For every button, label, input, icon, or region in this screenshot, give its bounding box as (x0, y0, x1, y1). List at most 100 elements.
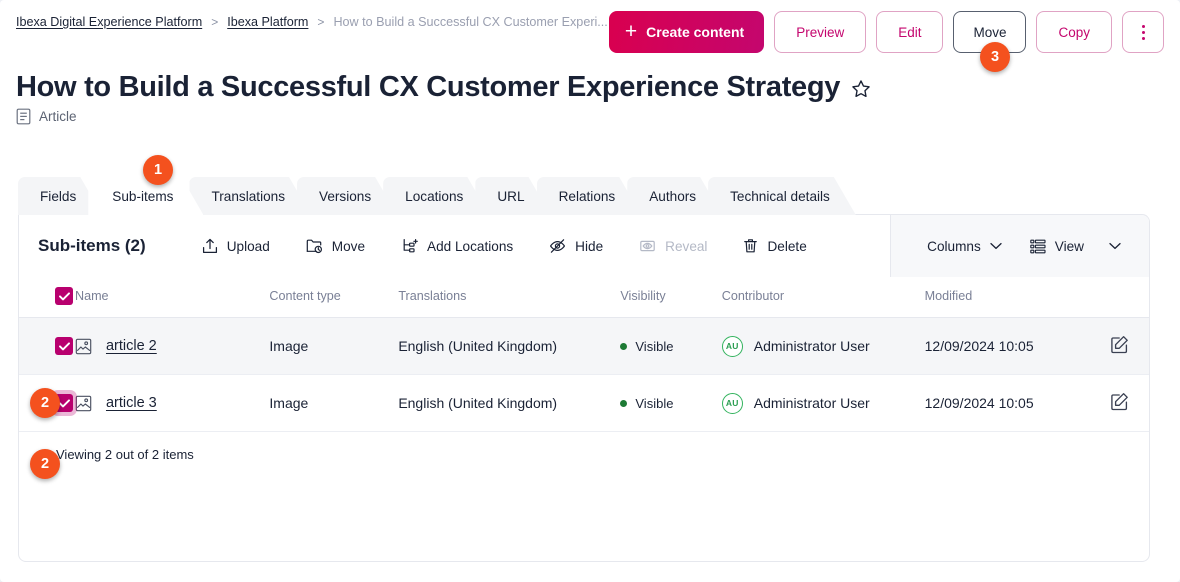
row-name-cell: article 2 (75, 318, 269, 375)
create-content-button[interactable]: + Create content (609, 11, 764, 53)
move-items-label: Move (332, 239, 365, 254)
check-icon (59, 342, 70, 351)
image-icon (75, 395, 92, 412)
status-dot (620, 343, 627, 350)
tab-locations[interactable]: Locations (383, 177, 489, 215)
row-modified: 12/09/2024 10:05 (925, 375, 1090, 432)
list-view-icon (1030, 239, 1046, 254)
breadcrumb-item-current: How to Build a Successful CX Customer Ex… (333, 14, 607, 30)
avatar: AU (722, 393, 743, 414)
tab-sub-items[interactable]: Sub-items (88, 177, 203, 215)
check-icon (59, 399, 70, 408)
kebab-menu-icon (1142, 37, 1145, 40)
delete-button[interactable]: Delete (725, 226, 824, 266)
breadcrumb: Ibexa Digital Experience Platform > Ibex… (16, 14, 608, 30)
step-badge-3: 3 (980, 42, 1010, 72)
column-header-modified[interactable]: Modified (925, 277, 1090, 318)
upload-icon (202, 238, 218, 254)
row-edit-cell (1089, 318, 1149, 375)
column-header-visibility[interactable]: Visibility (620, 277, 721, 318)
column-header-content-type[interactable]: Content type (269, 277, 398, 318)
star-outline-icon[interactable] (850, 78, 872, 100)
sub-items-panel: Sub-items (2) Upload (18, 214, 1150, 562)
tab-relations[interactable]: Relations (537, 177, 642, 215)
row-translations: English (United Kingdom) (398, 375, 620, 432)
chevron-down-icon (1109, 242, 1121, 250)
table-view-controls: Columns View (890, 215, 1149, 277)
avatar: AU (722, 336, 743, 357)
row-content-type: Image (269, 318, 398, 375)
check-icon (59, 292, 70, 301)
row-translations: English (United Kingdom) (398, 318, 620, 375)
row-content-type: Image (269, 375, 398, 432)
copy-button[interactable]: Copy (1036, 11, 1112, 53)
row-checkbox-cell (19, 318, 75, 375)
step-badge-1: 1 (143, 155, 173, 185)
row-edit-cell (1089, 375, 1149, 432)
header-action-buttons: + Create content Preview Edit Move Copy (609, 11, 1164, 53)
plus-icon: + (625, 21, 637, 42)
image-icon (75, 338, 92, 355)
columns-dropdown[interactable]: Columns (913, 226, 1016, 266)
table-row[interactable]: article 2 Image English (United Kingdom)… (19, 318, 1149, 375)
view-label: View (1055, 239, 1084, 254)
add-locations-label: Add Locations (427, 239, 513, 254)
row-contributor: AU Administrator User (722, 318, 925, 375)
tab-bar: Fields Sub-items Translations Versions L… (18, 177, 1150, 215)
application-window: Ibexa Digital Experience Platform > Ibex… (0, 0, 1180, 582)
reveal-label: Reveal (665, 239, 707, 254)
table-header: Name Content type Translations Visibilit… (19, 277, 1149, 318)
edit-pencil-icon (1110, 335, 1129, 354)
add-locations-button[interactable]: Add Locations (383, 226, 531, 266)
kebab-menu-icon (1142, 31, 1145, 34)
kebab-menu-icon (1142, 25, 1145, 28)
breadcrumb-item-platform-root[interactable]: Ibexa Digital Experience Platform (16, 14, 202, 30)
row-name-link[interactable]: article 2 (106, 338, 157, 354)
tab-versions[interactable]: Versions (297, 177, 397, 215)
row-visibility: Visible (620, 318, 721, 375)
sub-items-toolbar: Sub-items (2) Upload (19, 215, 1149, 277)
select-all-header (19, 277, 75, 318)
tab-translations[interactable]: Translations (189, 177, 311, 215)
row-modified: 12/09/2024 10:05 (925, 318, 1090, 375)
page-title-row: How to Build a Successful CX Customer Ex… (16, 68, 872, 106)
contributor-name: Administrator User (754, 338, 870, 354)
content-type-row: Article (16, 108, 77, 125)
edit-pencil-icon (1110, 392, 1129, 411)
column-header-contributor[interactable]: Contributor (722, 277, 925, 318)
content-type-label: Article (39, 109, 77, 124)
trash-icon (743, 238, 758, 254)
table-row[interactable]: article 3 Image English (United Kingdom)… (19, 375, 1149, 432)
select-all-checkbox[interactable] (55, 287, 73, 305)
breadcrumb-separator: > (317, 14, 324, 30)
edit-row-button[interactable] (1110, 335, 1129, 357)
hide-button[interactable]: Hide (531, 226, 621, 266)
reveal-eye-icon (639, 238, 656, 254)
edit-button[interactable]: Edit (876, 11, 943, 53)
add-location-icon (401, 238, 418, 254)
column-header-name[interactable]: Name (75, 277, 269, 318)
row-visibility: Visible (620, 375, 721, 432)
upload-button[interactable]: Upload (184, 226, 288, 266)
step-badge-2-row-1: 2 (30, 388, 60, 418)
move-items-button[interactable]: Move (288, 226, 383, 266)
delete-label: Delete (767, 239, 806, 254)
breadcrumb-separator: > (211, 14, 218, 30)
row-checkbox[interactable] (55, 337, 73, 355)
more-actions-button[interactable] (1122, 11, 1164, 53)
row-name-link[interactable]: article 3 (106, 395, 157, 411)
tab-technical-details[interactable]: Technical details (708, 177, 856, 215)
preview-button[interactable]: Preview (774, 11, 866, 53)
contributor-name: Administrator User (754, 395, 870, 411)
move-folder-icon (306, 238, 323, 254)
column-header-actions (1089, 277, 1149, 318)
view-dropdown[interactable]: View (1016, 226, 1135, 266)
sub-items-table: Name Content type Translations Visibilit… (19, 277, 1149, 432)
breadcrumb-item-ibexa-platform[interactable]: Ibexa Platform (227, 14, 308, 30)
tab-authors[interactable]: Authors (627, 177, 722, 215)
visibility-label: Visible (635, 396, 673, 411)
row-contributor: AU Administrator User (722, 375, 925, 432)
column-header-translations[interactable]: Translations (398, 277, 620, 318)
edit-row-button[interactable] (1110, 392, 1129, 414)
document-icon (16, 108, 31, 125)
